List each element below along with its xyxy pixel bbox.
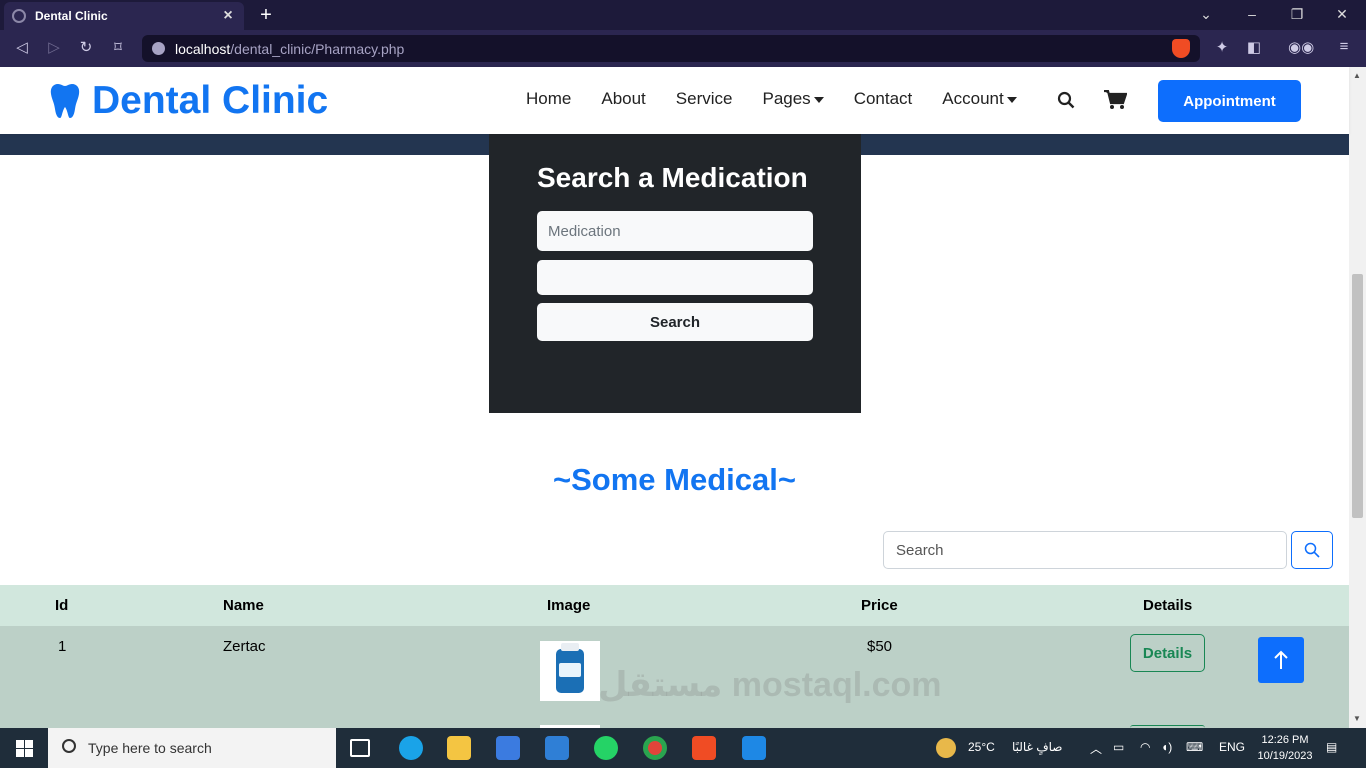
cell-id: 1 [58,638,67,655]
maximize-icon[interactable]: ❐ [1287,6,1307,23]
brave-wallet-icon[interactable]: ◉◉ [1288,38,1314,56]
scroll-thumb[interactable] [1352,274,1363,518]
globe-icon [12,9,26,23]
medication-secondary-input[interactable] [537,260,813,295]
browser-tab-strip: Dental Clinic × + ⌄ – ❐ ✕ [0,0,1366,30]
page-scrollbar[interactable]: ▲ ▼ [1349,67,1366,728]
address-toolbar: ◁ ▷ ↻ ⌑ localhost/dental_clinic/Pharmacy… [0,30,1366,67]
url-path: /dental_clinic/Pharmacy.php [230,40,405,57]
vscode-icon[interactable] [742,736,766,760]
cart-icon[interactable] [1103,90,1127,110]
watermark: مستقل mostaql.com [598,666,942,704]
taskbar-search-placeholder: Type here to search [88,740,212,756]
details-button[interactable]: Details [1130,634,1205,672]
forward-icon[interactable]: ▷ [44,38,64,56]
back-icon[interactable]: ◁ [12,38,32,56]
table-search-input[interactable]: Search [883,531,1287,569]
section-title: ~Some Medical~ [553,462,796,497]
header-price: Price [861,597,898,614]
clock-date: 10/19/2023 [1257,750,1313,762]
weather-temp[interactable]: 25°C [968,740,995,754]
medicine-bottle-icon [556,643,584,693]
nav-pages-label: Pages [762,89,811,108]
medication-search-title: Search a Medication [537,162,808,193]
close-tab-icon[interactable]: × [220,7,236,25]
medication-image [540,641,600,701]
header-image: Image [547,597,591,614]
nav-service[interactable]: Service [676,89,733,109]
windows-taskbar: Type here to search 25°C صافٍ غالبًا ︿ ▭… [0,728,1366,768]
minimize-icon[interactable]: – [1242,6,1262,22]
arrow-up-icon [1274,650,1288,669]
caret-down-icon [1006,96,1017,103]
windows-start-icon[interactable] [16,740,33,757]
taskbar-clock[interactable]: 12:26 PM 10/19/2023 [1254,732,1316,764]
extensions-icon[interactable]: ✦ [1212,38,1232,56]
url-host: localhost [175,40,231,57]
weather-text[interactable]: صافٍ غالبًا [1012,740,1062,754]
tooth-icon [50,84,80,118]
whatsapp-icon[interactable] [594,736,618,760]
header-id: Id [55,597,69,614]
cell-price: $50 [867,638,893,655]
medication-input[interactable]: Medication [537,211,813,251]
task-view-icon[interactable] [350,739,370,757]
nav-contact[interactable]: Contact [854,89,913,109]
nav-about[interactable]: About [601,89,645,109]
site-navbar: Dental Clinic Home About Service Pages C… [0,67,1349,134]
table-header: Id Name Image Price Details [0,585,1349,626]
url-bar[interactable]: localhost/dental_clinic/Pharmacy.php [142,35,1200,62]
medication-search-button[interactable]: Search [537,303,813,341]
keyboard-icon[interactable]: ⌨ [1186,740,1203,754]
tab-title: Dental Clinic [35,9,108,23]
header-name: Name [223,597,264,614]
site-logo[interactable]: Dental Clinic [50,79,328,123]
scroll-down-icon[interactable]: ▼ [1353,714,1361,723]
file-explorer-icon[interactable] [447,736,471,760]
reload-icon[interactable]: ↻ [76,38,96,56]
scroll-up-icon[interactable]: ▲ [1353,71,1361,80]
battery-icon[interactable]: ▭ [1113,740,1124,754]
menu-icon[interactable]: ≡ [1334,38,1354,55]
notifications-icon[interactable]: ▤ [1326,740,1337,754]
back-to-top-button[interactable] [1258,637,1304,683]
wifi-icon[interactable]: ◠ [1140,740,1150,754]
edge-icon[interactable] [399,736,423,760]
main-menu: Home About Service Pages Contact Account [526,89,1047,109]
nav-pages-dropdown[interactable]: Pages [762,89,824,109]
new-tab-button[interactable]: + [256,4,276,27]
search-icon [1304,542,1320,558]
caret-down-icon [813,96,824,103]
table-search-button[interactable] [1291,531,1333,569]
nav-account-dropdown[interactable]: Account [942,89,1017,109]
bookmark-icon[interactable]: ⌑ [108,38,128,56]
medication-search-panel: Search a Medication Medication Search [489,134,861,413]
header-details: Details [1143,597,1193,614]
sidebar-icon[interactable]: ◧ [1244,38,1264,56]
clock-time: 12:26 PM [1261,734,1309,746]
nav-home[interactable]: Home [526,89,571,109]
appointment-button[interactable]: Appointment [1158,80,1301,122]
nav-account-label: Account [942,89,1004,108]
weather-icon[interactable] [936,738,956,758]
volume-icon[interactable]: ◖) [1161,740,1172,754]
brave-shields-icon[interactable] [1172,39,1190,58]
cell-name: Zertac [223,638,266,655]
search-icon [62,739,76,753]
store-icon[interactable] [496,736,520,760]
close-window-icon[interactable]: ✕ [1332,6,1352,23]
brave-icon[interactable] [692,736,716,760]
mail-icon[interactable] [545,736,569,760]
taskbar-search[interactable]: Type here to search [48,728,336,768]
tab-search-chevron-icon[interactable]: ⌄ [1196,6,1216,23]
tray-chevron-icon[interactable]: ︿ [1090,740,1102,757]
logo-text: Dental Clinic [92,79,329,122]
chrome-icon[interactable] [643,736,667,760]
site-info-icon[interactable] [152,42,165,55]
language-indicator[interactable]: ENG [1219,740,1245,754]
browser-tab[interactable]: Dental Clinic × [4,2,244,30]
search-icon[interactable] [1057,91,1075,109]
